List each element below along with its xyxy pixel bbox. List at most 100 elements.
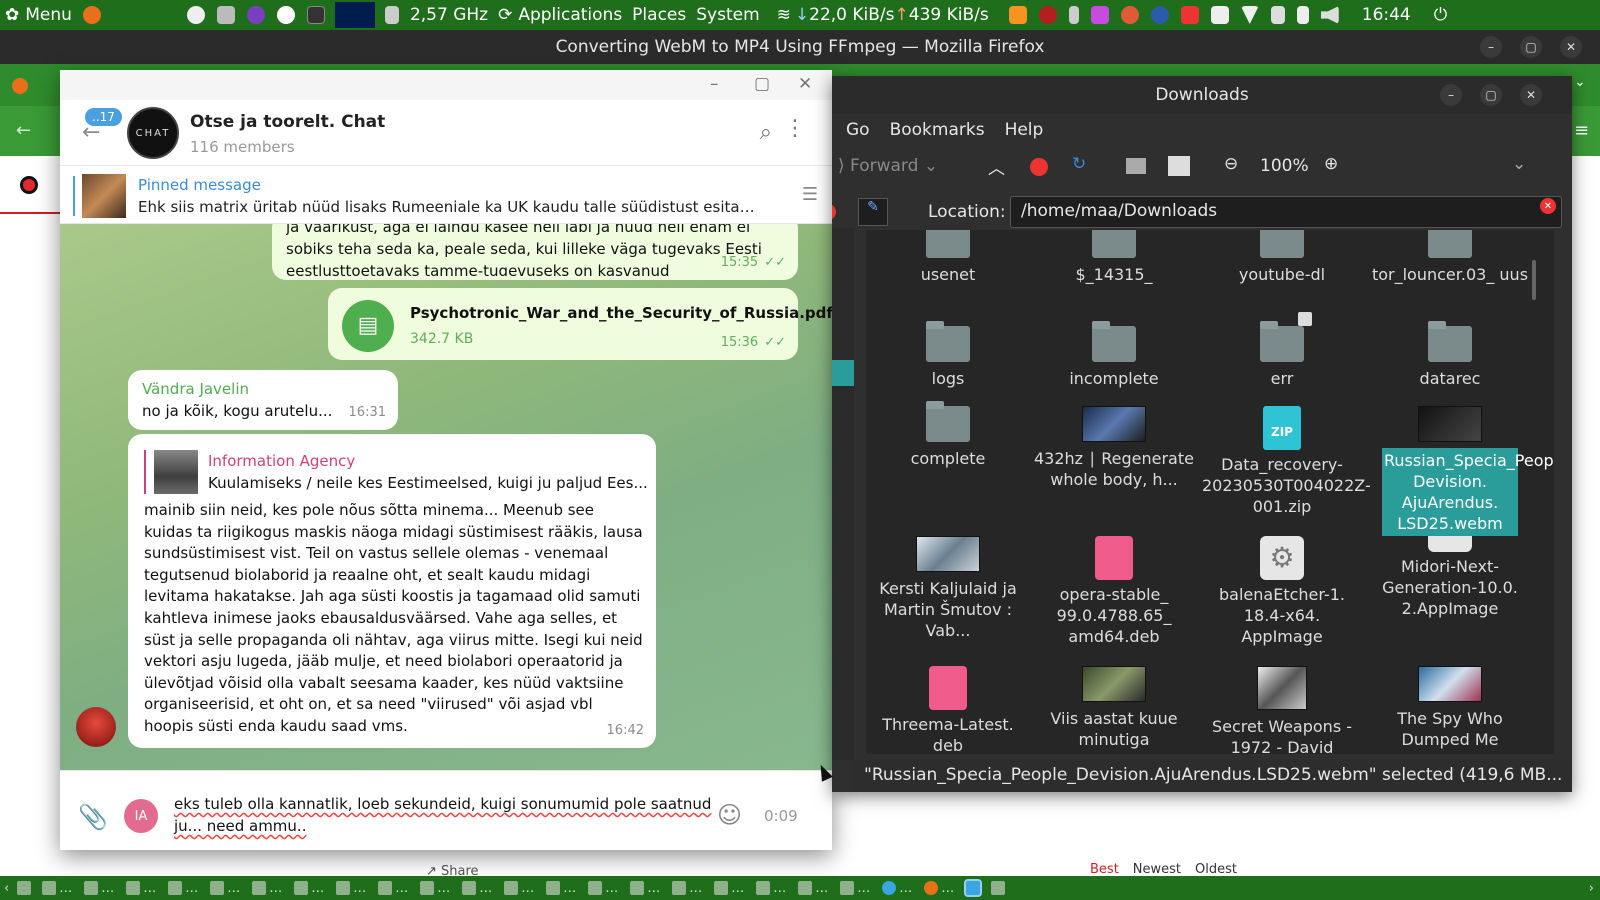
accessibility-icon[interactable] [186, 6, 205, 24]
taskbar-app-icon[interactable] [42, 881, 57, 895]
taskbar-app-icon[interactable] [378, 881, 393, 895]
file-icon[interactable]: ▤ [342, 300, 394, 352]
taskbar-app-icon[interactable] [504, 881, 519, 895]
shield-icon[interactable] [1210, 6, 1229, 24]
file-item[interactable]: ⚙ balenaEtcher-1. 18.4-x64. AppImage [1202, 536, 1362, 647]
attach-icon[interactable]: 📎 [78, 803, 108, 831]
clock[interactable]: 16:44 [1357, 0, 1416, 30]
taskbar-app-icon[interactable] [462, 881, 477, 895]
updates-icon[interactable] [1120, 6, 1139, 24]
bluetooth-icon[interactable] [1068, 6, 1079, 24]
file-icon-grid[interactable]: usenet $_14315_ youtube-dl tor_louncer.0… [866, 230, 1554, 754]
pinned-message-bar[interactable]: Pinned message Ehk siis matrix üritab nü… [60, 166, 832, 224]
firefox-menu-icon[interactable]: ⌄ [1574, 74, 1586, 90]
taskbar-app-icon[interactable] [252, 881, 267, 895]
taskbar-app-icon[interactable] [672, 881, 687, 895]
file-message-bubble[interactable]: ▤ Psychotronic_War_and_the_Security_of_R… [328, 288, 832, 360]
file-item[interactable]: Kersti Kaljulaid ja Martin Šmutov : Vab.… [868, 536, 1028, 641]
file-item[interactable]: ZIP Data_recovery-20230530T004022Z-001.zi… [1202, 406, 1371, 517]
file-name[interactable]: Psychotronic_War_and_the_Security_of_Rus… [410, 302, 832, 324]
vlc-icon[interactable] [1008, 6, 1027, 24]
file-item[interactable]: Midori-Next-Generation-10.0. 2.AppImage [1370, 536, 1530, 619]
firefox-close-button[interactable]: ✕ [1560, 36, 1582, 58]
site-logo[interactable] [0, 156, 60, 214]
taskbar-app-icon[interactable] [126, 881, 141, 895]
file-item[interactable]: The Spy Who Dumped Me [1370, 666, 1530, 750]
file-grid-scrollbar[interactable] [1532, 260, 1536, 300]
applications-menu[interactable]: ⟳ Applications [493, 0, 627, 30]
taskbar-app-icon[interactable] [714, 881, 729, 895]
message-bubble[interactable]: Vändra Javelin no ja kõik, kogu arutelu.… [128, 370, 398, 430]
sender-avatar[interactable] [76, 707, 116, 747]
reply-sender[interactable]: Information Agency [208, 450, 355, 472]
zoom-in-icon[interactable]: ⊕ [1324, 154, 1338, 174]
emoji-icon[interactable]: ☺ [717, 801, 742, 829]
app-tray-icon[interactable] [1090, 6, 1109, 24]
firefox-tab-icon[interactable] [12, 78, 28, 94]
location-clear-left-icon[interactable] [832, 204, 836, 220]
menu-go[interactable]: Go [846, 120, 870, 140]
file-item[interactable]: opera-stable_ 99.0.4788.65_ amd64.deb [1034, 536, 1194, 647]
chat-title[interactable]: Otse ja toorelt. Chat [190, 112, 385, 132]
show-desktop-icon[interactable] [17, 881, 32, 895]
chat-avatar[interactable]: CHAT [127, 107, 179, 159]
firefox-back-icon[interactable]: ← [16, 120, 31, 141]
reload-icon[interactable]: ↻ [1072, 154, 1086, 174]
fm-minimize-button[interactable]: – [1440, 84, 1462, 106]
more-menu-icon[interactable]: ⋮ [784, 116, 806, 141]
globe-icon[interactable] [1150, 6, 1169, 24]
power-icon[interactable]: ⏻ [1434, 5, 1447, 25]
pinned-list-icon[interactable]: ☰ [802, 184, 818, 205]
file-item-selected[interactable]: Russian_Specia_People_ Devision. AjuAren… [1370, 406, 1554, 536]
file-item[interactable]: $_14315_ [1034, 230, 1194, 285]
sort-oldest-link[interactable]: Oldest [1195, 862, 1237, 877]
taskbar-telegram-icon[interactable] [882, 881, 897, 895]
location-input[interactable]: /home/maa/Downloads [1010, 196, 1562, 228]
edit-location-icon[interactable]: ✎ [858, 198, 888, 226]
taskbar-scroll-left-icon[interactable]: ‹ [4, 881, 9, 896]
firefox-maximize-button[interactable]: ▢ [1520, 36, 1542, 58]
stop-icon[interactable] [1030, 158, 1048, 176]
menu-bookmarks[interactable]: Bookmarks [890, 120, 985, 140]
message-bubble[interactable]: Information Agency Kuulamiseks / neile k… [128, 434, 656, 748]
sort-newest-link[interactable]: Newest [1133, 862, 1181, 877]
taskbar-app-icon[interactable] [336, 881, 351, 895]
sort-best-link[interactable]: Best [1090, 862, 1119, 877]
taskbar-app-icon[interactable] [588, 881, 603, 895]
taskbar-app-icon[interactable] [168, 881, 183, 895]
home-icon[interactable] [1126, 158, 1146, 174]
battery-icon[interactable] [1296, 6, 1309, 24]
file-item[interactable]: usenet [868, 230, 1028, 285]
message-bubble[interactable]: ja vaarikust, aga ei laindu kasee neil l… [272, 224, 798, 280]
computer-icon[interactable] [1168, 156, 1190, 176]
taskbar-app-icon[interactable] [798, 881, 813, 895]
sidebar-selected-item[interactable] [832, 360, 854, 386]
up-icon[interactable]: ︿ [988, 154, 1005, 179]
taskbar-app-icon[interactable] [294, 881, 309, 895]
forward-button[interactable]: ⟩ Forward ⌄ [838, 156, 938, 176]
system-menu[interactable]: System [691, 0, 764, 30]
menu-help[interactable]: Help [1005, 120, 1044, 140]
file-item[interactable]: complete [868, 401, 1028, 469]
taskbar-app-icon[interactable] [756, 881, 771, 895]
firefox-hamburger-icon[interactable]: ≡ [1574, 120, 1589, 141]
reply-text[interactable]: Kuulamiseks / neile kes Eestimeelsed, ku… [208, 472, 648, 494]
system-monitor-icon[interactable] [1038, 6, 1057, 24]
menu-button[interactable]: ✿ Menu [0, 0, 77, 30]
file-item[interactable]: incomplete [1034, 321, 1194, 389]
taskbar-firefox-icon[interactable] [924, 881, 939, 895]
taskbar-app-icon[interactable] [210, 881, 225, 895]
taskbar-app-icon[interactable] [630, 881, 645, 895]
location-clear-icon[interactable]: ✕ [1540, 198, 1556, 214]
telegram-maximize-button[interactable]: ▢ [754, 74, 770, 94]
volume-icon[interactable] [1320, 6, 1339, 24]
file-item[interactable]: Threema-Latest. deb [868, 666, 1028, 754]
toolbar-overflow-icon[interactable]: ⌄ [1512, 154, 1526, 174]
settings-icon[interactable] [216, 6, 235, 24]
file-item[interactable]: err [1202, 312, 1362, 389]
fm-close-button[interactable]: ✕ [1520, 84, 1542, 106]
taskbar-scroll-right-icon[interactable]: › [1589, 881, 1594, 896]
places-menu[interactable]: Places [627, 0, 691, 30]
taskbar-app-icon[interactable] [420, 881, 435, 895]
taskbar-app-icon[interactable] [546, 881, 561, 895]
